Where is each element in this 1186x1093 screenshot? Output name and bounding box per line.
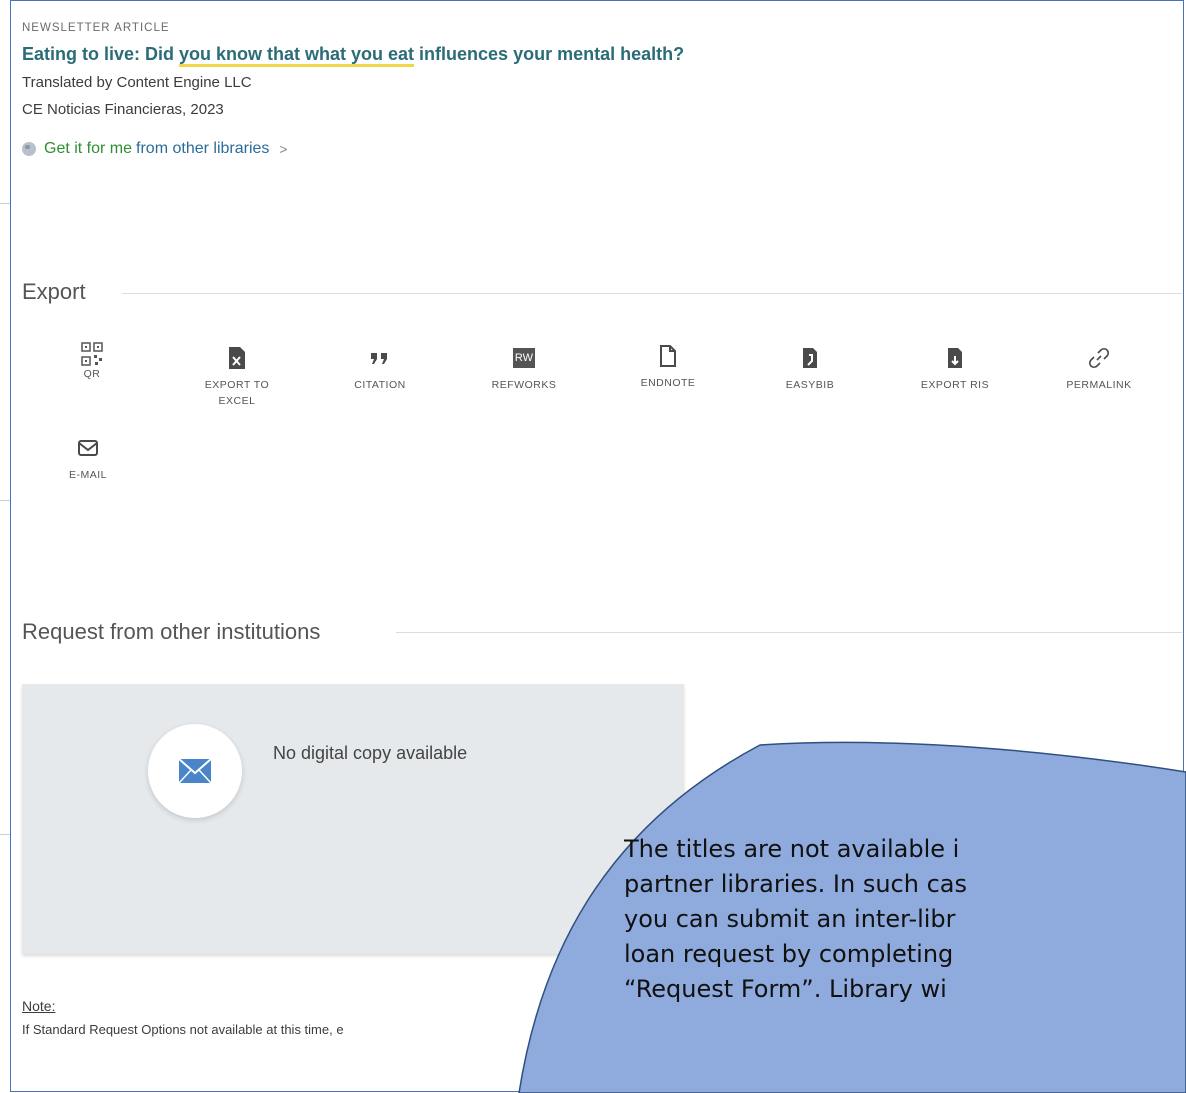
callout-line: “Request Form”. Library wi bbox=[624, 975, 947, 1003]
callout-line: loan request by completing bbox=[624, 940, 954, 968]
callout-line: partner libraries. In such cas bbox=[624, 870, 967, 898]
callout-text: The titles are not available i partner l… bbox=[624, 832, 1186, 1093]
callout-line: you can submit an inter-libr bbox=[624, 905, 956, 933]
callout-line: The titles are not available i bbox=[624, 835, 960, 863]
